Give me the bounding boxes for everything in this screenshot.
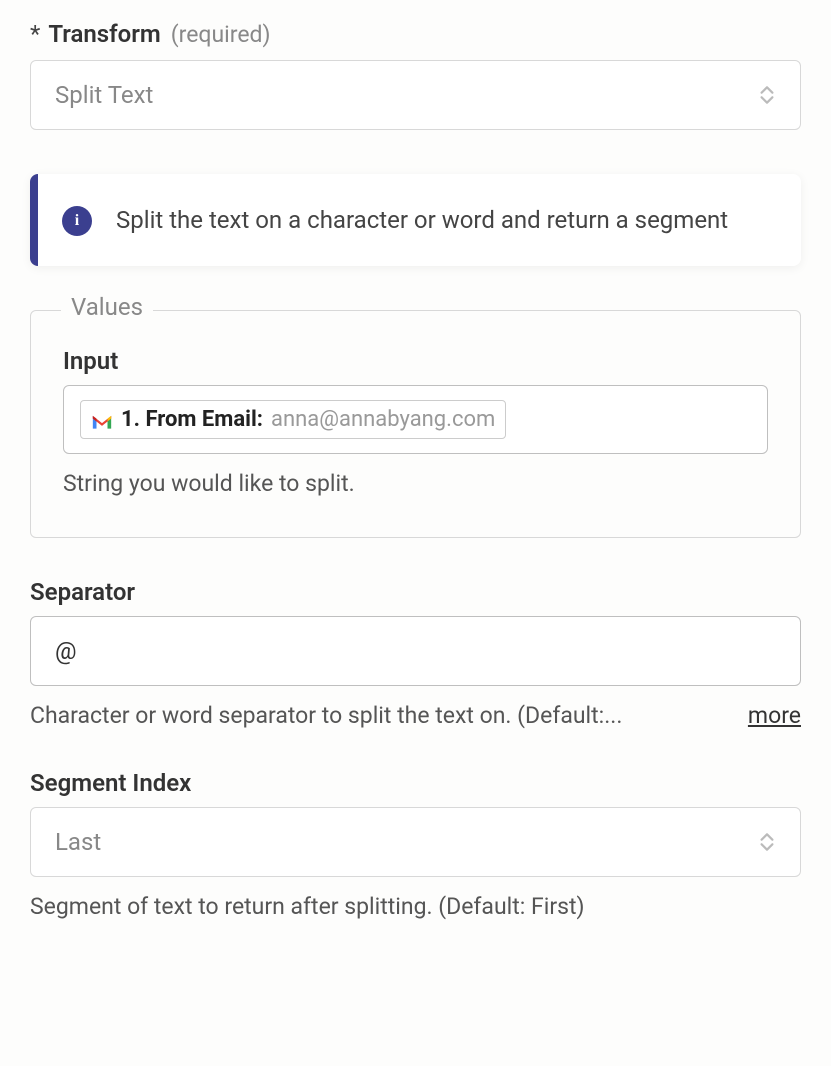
chevron-up-down-icon (758, 832, 776, 852)
separator-input[interactable] (30, 616, 801, 686)
info-text: Split the text on a character or word an… (116, 202, 728, 238)
segment-index-help-text: Segment of text to return after splittin… (30, 893, 801, 920)
transform-selected-value: Split Text (55, 81, 153, 109)
separator-section: Separator Character or word separator to… (30, 578, 801, 729)
segment-index-section: Segment Index Last Segment of text to re… (30, 769, 801, 920)
segment-index-selected-value: Last (55, 828, 101, 856)
gmail-icon (91, 412, 113, 428)
required-asterisk: * (30, 20, 40, 48)
transform-label-text: Transform (48, 20, 160, 48)
separator-help-text: Character or word separator to split the… (30, 702, 728, 729)
info-icon: i (62, 206, 92, 236)
transform-label: * Transform (required) (30, 20, 801, 48)
info-callout: i Split the text on a character or word … (30, 174, 801, 266)
required-hint: (required) (171, 21, 271, 48)
input-pill[interactable]: 1. From Email: anna@annabyang.com (80, 400, 506, 439)
input-help-text: String you would like to split. (63, 470, 768, 497)
input-label: Input (63, 347, 768, 375)
transform-select[interactable]: Split Text (30, 60, 801, 130)
segment-index-label: Segment Index (30, 769, 801, 797)
input-pill-label: 1. From Email: (121, 407, 263, 432)
input-pill-value: anna@annabyang.com (271, 407, 495, 432)
separator-label: Separator (30, 578, 801, 606)
segment-index-select[interactable]: Last (30, 807, 801, 877)
chevron-up-down-icon (758, 85, 776, 105)
values-fieldset: Values Input 1. From Email: anna@annabya… (30, 310, 801, 538)
values-legend: Values (61, 293, 153, 321)
input-field[interactable]: 1. From Email: anna@annabyang.com (63, 385, 768, 454)
more-link[interactable]: more (748, 702, 801, 729)
